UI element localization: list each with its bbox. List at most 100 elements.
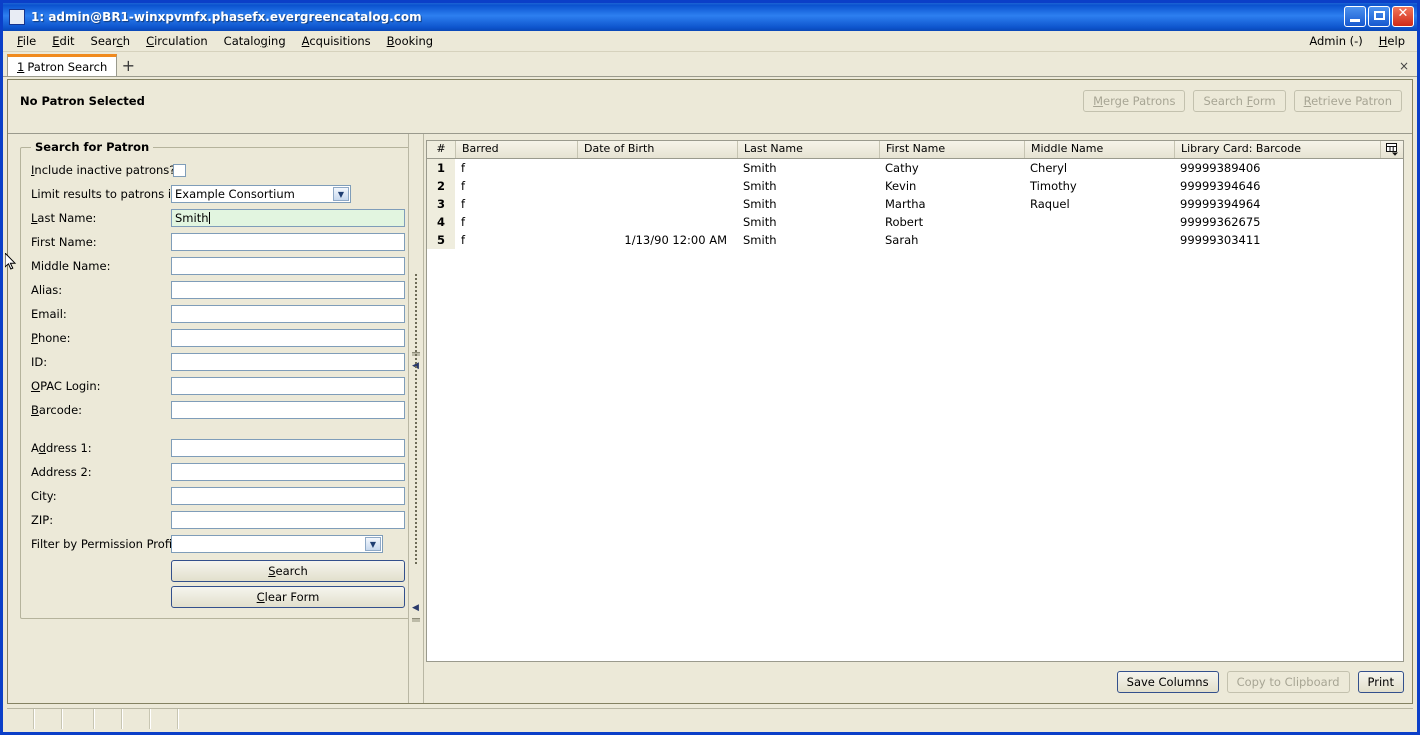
column-header-date-of-birth[interactable]: Date of Birth (577, 141, 737, 158)
search-button[interactable]: Search (171, 560, 405, 582)
chevron-down-icon: ▼ (333, 187, 349, 201)
cell-first-name: Sarah (885, 233, 919, 247)
address2-input[interactable] (171, 463, 405, 481)
last-name-value: Smith (175, 211, 209, 225)
table-row[interactable]: 1 f Smith Cathy Cheryl 99999389406 (427, 159, 1403, 177)
address1-label: Address 1: (31, 441, 92, 455)
patron-status-label: No Patron Selected (20, 93, 145, 108)
close-button[interactable] (1392, 6, 1414, 27)
column-header-first-name[interactable]: First Name (879, 141, 1024, 158)
row-opac-login: OPAC Login: (29, 374, 405, 398)
menu-search[interactable]: Search (83, 32, 139, 50)
save-columns-button[interactable]: Save Columns (1116, 671, 1219, 693)
table-row[interactable]: 2 f Smith Kevin Timothy 99999394646 (427, 177, 1403, 195)
include-inactive-label: Include inactive patrons? (31, 163, 176, 177)
table-row[interactable]: 4 f Smith Robert 99999362675 (427, 213, 1403, 231)
table-row[interactable]: 3 f Smith Martha Raquel 99999394964 (427, 195, 1403, 213)
menu-help[interactable]: Help (1371, 32, 1413, 50)
id-input[interactable] (171, 353, 405, 371)
text-caret (208, 212, 210, 224)
permission-profile-select[interactable]: ▼ (171, 535, 383, 553)
limit-results-select[interactable]: Example Consortium ▼ (171, 185, 351, 203)
status-segment-1 (7, 709, 35, 729)
limit-results-value: Example Consortium (175, 187, 295, 201)
cell-number: 5 (427, 231, 455, 249)
barcode-input[interactable] (171, 401, 405, 419)
id-label: ID: (31, 355, 48, 369)
menu-file[interactable]: File (9, 32, 44, 50)
merge-patrons-button[interactable]: Merge Patrons (1083, 90, 1186, 112)
opac-login-input[interactable] (171, 377, 405, 395)
tab-patron-search[interactable]: 1 Patron Search (7, 54, 118, 76)
row-id: ID: (29, 350, 405, 374)
cell-first-name: Martha (885, 197, 926, 211)
cell-library-card-barcode: 99999362675 (1180, 215, 1261, 229)
column-header-number[interactable]: # (427, 141, 455, 158)
patron-action-buttons: Merge Patrons Search Form Retrieve Patro… (1083, 90, 1402, 112)
splitter-collapse-left-icon-2[interactable]: ◀ (411, 604, 420, 613)
row-limit-results: Limit results to patrons in Example Cons… (29, 182, 405, 206)
application-icon (9, 9, 25, 25)
title-bar: 1: admin@BR1-winxpvmfx.phasefx.evergreen… (3, 3, 1417, 31)
split-container: Search for Patron Include inactive patro… (8, 134, 1412, 703)
address1-input[interactable] (171, 439, 405, 457)
alias-input[interactable] (171, 281, 405, 299)
limit-results-label: Limit results to patrons in (31, 187, 179, 201)
results-action-buttons: Save Columns Copy to Clipboard Print (426, 662, 1404, 697)
minimize-button[interactable] (1344, 6, 1366, 27)
menu-edit[interactable]: Edit (44, 32, 82, 50)
menu-bar: File Edit Search Circulation Cataloging … (3, 31, 1417, 52)
maximize-button[interactable] (1368, 6, 1390, 27)
column-header-middle-name[interactable]: Middle Name (1024, 141, 1174, 158)
menu-acquisitions[interactable]: Acquisitions (294, 32, 379, 50)
city-input[interactable] (171, 487, 405, 505)
row-include-inactive: Include inactive patrons? (29, 158, 405, 182)
include-inactive-checkbox[interactable] (173, 163, 186, 177)
column-header-barred[interactable]: Barred (455, 141, 577, 158)
row-first-name: First Name: (29, 230, 405, 254)
columns-picker-icon[interactable] (1380, 141, 1403, 158)
cell-last-name: Smith (743, 215, 777, 229)
content-frame: No Patron Selected Merge Patrons Search … (7, 79, 1413, 704)
status-segment-4 (95, 709, 123, 729)
search-form-button[interactable]: Search Form (1193, 90, 1286, 112)
print-button[interactable]: Print (1357, 671, 1404, 693)
phone-input[interactable] (171, 329, 405, 347)
copy-to-clipboard-button[interactable]: Copy to Clipboard (1226, 671, 1350, 693)
cell-date-of-birth (577, 177, 737, 195)
cell-first-name: Robert (885, 215, 924, 229)
menu-admin[interactable]: Admin (-) (1301, 32, 1370, 50)
cell-number: 2 (427, 177, 455, 195)
row-address1: Address 1: (29, 436, 405, 460)
retrieve-patron-button[interactable]: Retrieve Patron (1293, 90, 1402, 112)
email-input[interactable] (171, 305, 405, 323)
menu-circulation[interactable]: Circulation (138, 32, 216, 50)
column-header-last-name[interactable]: Last Name (737, 141, 879, 158)
application-window: 1: admin@BR1-winxpvmfx.phasefx.evergreen… (0, 0, 1420, 735)
phone-label: Phone: (31, 331, 71, 345)
cell-barred: f (461, 161, 466, 175)
zip-label: ZIP: (31, 513, 54, 527)
clear-form-button[interactable]: Clear Form (171, 586, 405, 608)
menu-cataloging[interactable]: Cataloging (216, 32, 294, 50)
column-header-library-card-barcode[interactable]: Library Card: Barcode (1174, 141, 1380, 158)
last-name-input[interactable]: Smith (171, 209, 405, 227)
pane-splitter[interactable]: ◀ ◀ (408, 134, 424, 703)
close-tab-icon[interactable]: × (1399, 59, 1409, 73)
search-pane: Search for Patron Include inactive patro… (8, 134, 414, 703)
middle-name-input[interactable] (171, 257, 405, 275)
cell-middle-name: Timothy (1030, 179, 1077, 193)
cell-last-name: Smith (743, 161, 777, 175)
menu-booking[interactable]: Booking (379, 32, 441, 50)
zip-input[interactable] (171, 511, 405, 529)
cell-barred: f (461, 197, 466, 211)
splitter-grip (415, 273, 417, 564)
first-name-input[interactable] (171, 233, 405, 251)
row-city: City: (29, 484, 405, 508)
new-tab-button[interactable]: + (117, 54, 139, 76)
row-email: Email: (29, 302, 405, 326)
table-row[interactable]: 5 f 1/13/90 12:00 AM Smith Sarah 9999930… (427, 231, 1403, 249)
last-name-label: Last Name: (31, 211, 97, 225)
cell-date-of-birth (577, 159, 737, 177)
cell-number: 3 (427, 195, 455, 213)
